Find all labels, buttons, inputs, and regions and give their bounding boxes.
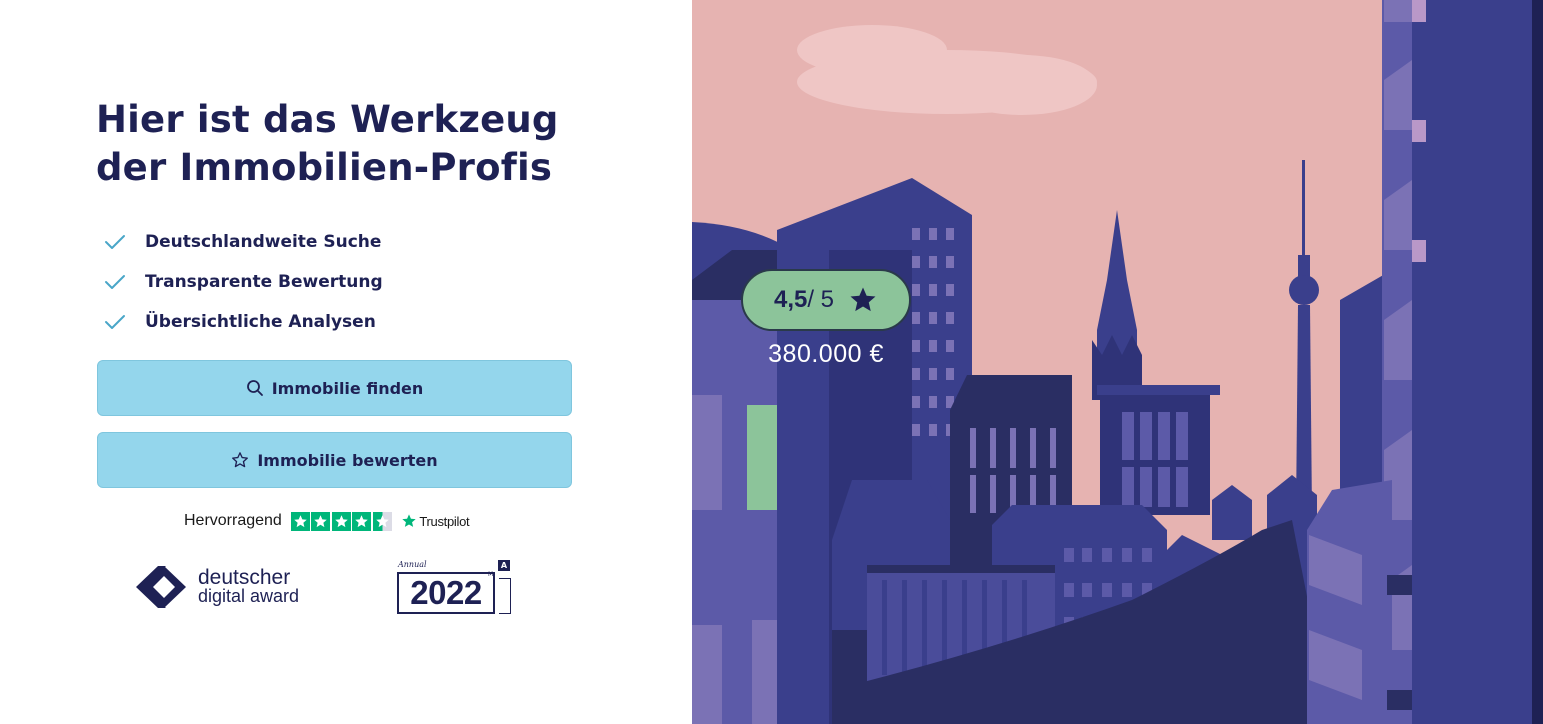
rate-property-button[interactable]: Immobilie bewerten: [97, 432, 572, 488]
page-title: Hier ist das Werkzeug der Immobilien-Pro…: [96, 96, 656, 192]
award-year: 2022: [410, 574, 482, 611]
trustpilot-star-icon: [290, 511, 310, 531]
check-icon: [105, 315, 125, 329]
annual-label: Annual: [398, 560, 427, 569]
award-side-frame: [499, 578, 511, 614]
award-year-box: 2022: [397, 572, 495, 614]
feature-item: Übersichtliche Analysen: [104, 302, 383, 342]
hero-left-panel: Hier ist das Werkzeug der Immobilien-Pro…: [0, 0, 692, 724]
trustpilot-rating-word: Hervorragend: [184, 512, 282, 529]
award-mark: M: [488, 571, 494, 578]
star-icon: [850, 287, 876, 312]
trustpilot-logo-icon: [402, 514, 416, 527]
trustpilot-star-icon: [311, 511, 331, 531]
annual-award-badge: Annual 2022 M A: [396, 560, 514, 618]
check-icon: [105, 235, 125, 249]
feature-label: Transparente Bewertung: [145, 272, 383, 292]
rate-property-label: Immobilie bewerten: [257, 450, 438, 470]
search-icon: [246, 380, 263, 396]
feature-label: Deutschlandweite Suche: [145, 232, 382, 252]
trustpilot-half-star-icon: [372, 511, 392, 531]
check-icon: [105, 275, 125, 289]
star-outline-icon: [232, 452, 249, 468]
feature-label: Übersichtliche Analysen: [145, 312, 376, 332]
dda-line-2: digital award: [198, 586, 300, 606]
trustpilot-stars: [290, 511, 394, 531]
feature-item: Deutschlandweite Suche: [104, 222, 383, 262]
property-price: 380.000 €: [768, 340, 884, 368]
find-property-label: Immobilie finden: [271, 378, 424, 398]
find-property-button[interactable]: Immobilie finden: [97, 360, 572, 416]
page-title-line-1: Hier ist das Werkzeug: [96, 98, 559, 141]
rating-outof: / 5: [807, 286, 835, 313]
feature-item: Transparente Bewertung: [104, 262, 383, 302]
trustpilot-star-icon: [331, 511, 351, 531]
trustpilot-widget[interactable]: Hervorragend Trustpilot: [184, 510, 470, 532]
feature-list: Deutschlandweite Suche Transparente Bewe…: [104, 222, 383, 342]
rating-score: 4,5: [773, 286, 808, 313]
rating-pill: 4,5 / 5: [741, 269, 911, 331]
award-category: A: [498, 560, 510, 571]
trustpilot-brand: Trustpilot: [419, 513, 470, 529]
trustpilot-star-icon: [352, 511, 372, 531]
deutscher-digital-award-logo: deutscher digital award: [136, 564, 299, 610]
dda-diamond-icon: [136, 566, 186, 608]
page-title-line-2: der Immobilien-Profis: [96, 146, 553, 189]
dda-line-1: deutscher: [198, 566, 291, 589]
